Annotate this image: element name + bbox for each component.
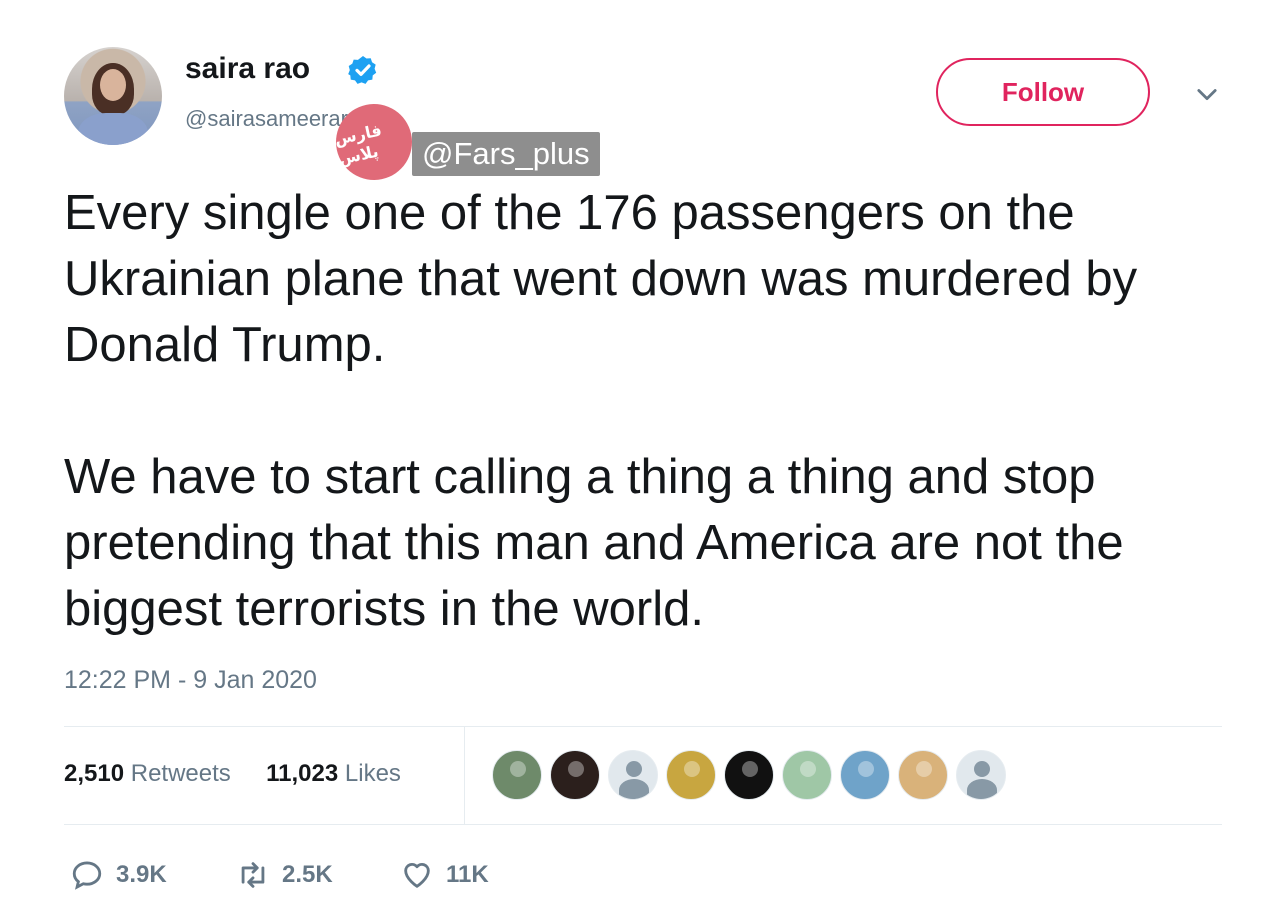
tweet-timestamp[interactable]: 12:22 PM - 9 Jan 2020 [64, 666, 317, 695]
liker-avatar[interactable] [492, 750, 542, 800]
liker-avatar[interactable] [550, 750, 600, 800]
reply-icon [72, 861, 102, 890]
watermark-tag: @Fars_plus [412, 132, 600, 176]
liker-avatar[interactable] [840, 750, 890, 800]
liker-avatar[interactable] [956, 750, 1006, 800]
tweet-paragraph-2: We have to start calling a thing a thing… [64, 450, 1124, 636]
user-name[interactable]: saira rao [185, 52, 310, 86]
liker-avatar[interactable] [724, 750, 774, 800]
profile-avatar[interactable] [64, 47, 162, 145]
liker-avatar[interactable] [898, 750, 948, 800]
retweet-icon [241, 862, 265, 888]
tweet-paragraph-1: Every single one of the 176 passengers o… [64, 186, 1138, 372]
liker-avatar[interactable] [608, 750, 658, 800]
retweet-button[interactable]: 2.5K [236, 858, 333, 892]
like-count: 11K [446, 861, 489, 888]
like-button[interactable]: 11K [400, 858, 489, 892]
divider [64, 726, 1222, 727]
chevron-down-icon[interactable] [1193, 80, 1221, 108]
retweets-stat[interactable]: 2,510 Retweets [64, 760, 231, 787]
tweet-text: Every single one of the 176 passengers o… [64, 180, 1244, 642]
reply-count: 3.9K [116, 861, 167, 888]
verified-badge-icon [348, 56, 377, 84]
heart-icon [404, 863, 430, 888]
tweet-stats: 2,510 Retweets 11,023 Likes [64, 760, 401, 788]
divider-vertical [464, 726, 465, 824]
reply-button[interactable]: 3.9K [70, 858, 167, 892]
retweet-count: 2.5K [282, 861, 333, 888]
follow-button[interactable]: Follow [936, 58, 1150, 126]
liker-avatar[interactable] [782, 750, 832, 800]
liker-avatars [492, 750, 1006, 800]
liker-avatar[interactable] [666, 750, 716, 800]
likes-stat[interactable]: 11,023 Likes [266, 760, 401, 787]
divider [64, 824, 1222, 825]
